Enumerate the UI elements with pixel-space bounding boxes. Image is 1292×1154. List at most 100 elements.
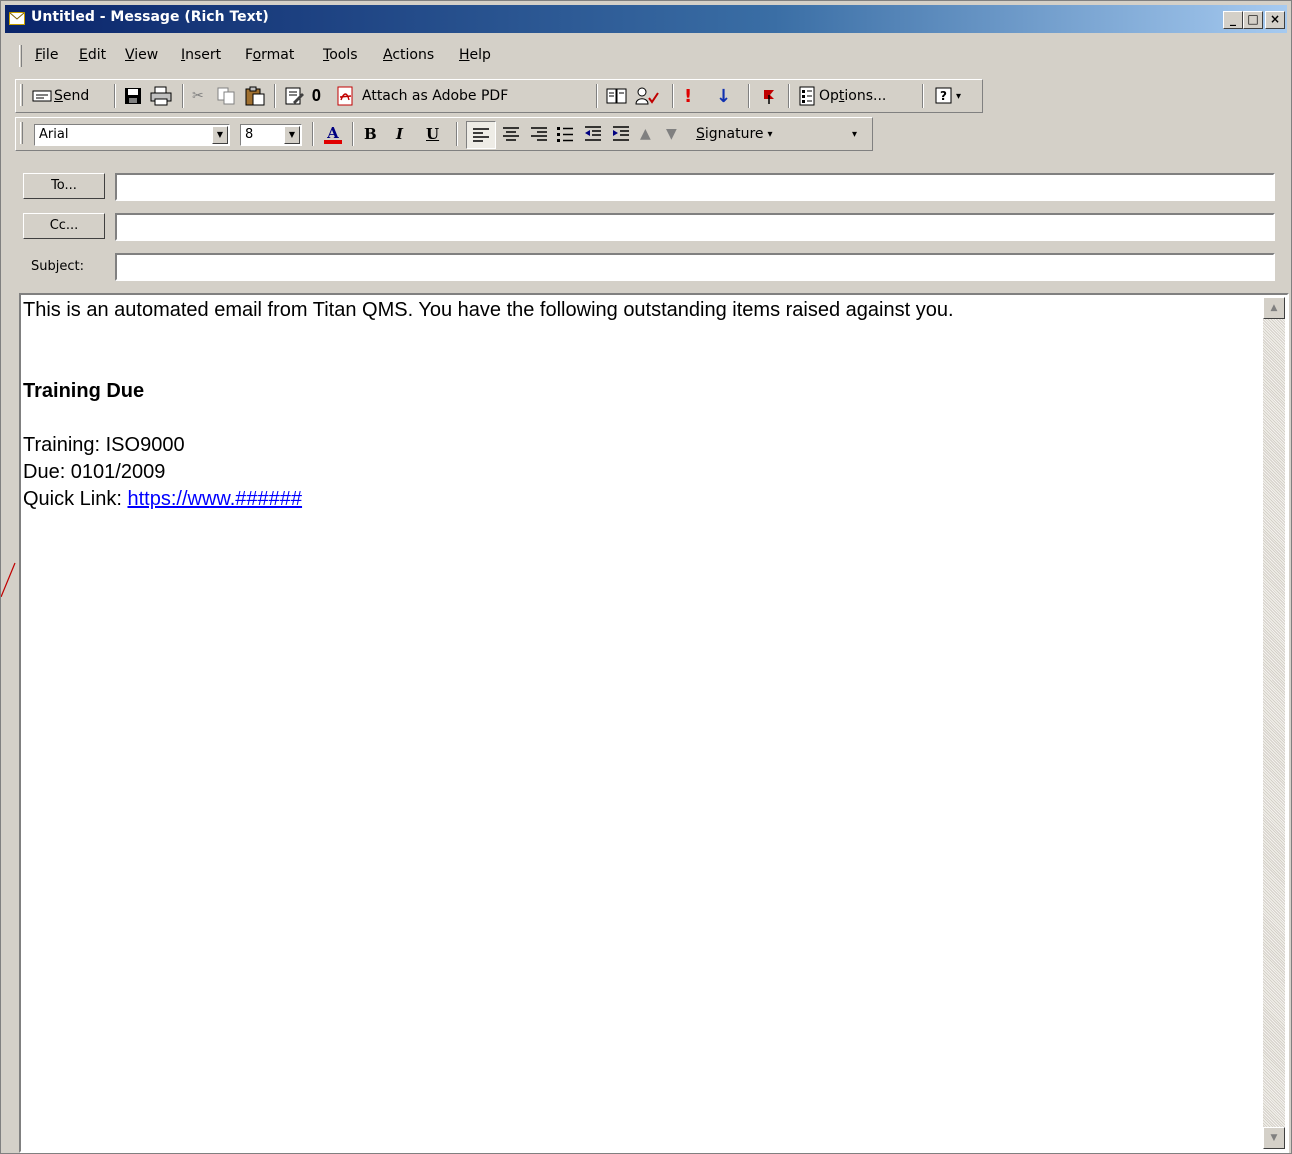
save-button[interactable] xyxy=(124,84,142,108)
chevron-down-icon: ▾ xyxy=(852,128,858,140)
copy-icon xyxy=(217,87,235,105)
message-body-content[interactable]: This is an automated email from Titan QM… xyxy=(23,297,1253,513)
toolbar-separator xyxy=(456,122,458,146)
decrease-indent-icon xyxy=(585,126,601,141)
arrow-down-icon: ▼ xyxy=(1270,1133,1278,1143)
menu-tools[interactable]: Tools xyxy=(323,47,358,63)
align-center-button[interactable] xyxy=(502,122,520,146)
check-names-person-button[interactable] xyxy=(634,84,660,108)
attach-as-pdf-button[interactable]: Attach as Adobe PDF xyxy=(336,84,508,108)
arrow-down-icon: ↓ xyxy=(716,85,732,107)
svg-text:?: ? xyxy=(940,89,947,103)
toolbar-grip[interactable] xyxy=(20,84,23,106)
vertical-scrollbar[interactable]: ▲ ▼ xyxy=(1263,297,1285,1149)
section-heading: Training Due xyxy=(23,380,145,402)
importance-low-button[interactable]: ↓ xyxy=(716,84,731,108)
chevron-down-icon[interactable]: ▼ xyxy=(212,126,228,144)
toolbar-grip[interactable] xyxy=(20,122,23,144)
align-right-icon xyxy=(531,127,547,141)
bold-icon: B xyxy=(364,125,377,143)
maximize-button[interactable]: □ xyxy=(1243,11,1263,29)
title-bar[interactable]: Untitled - Message (Rich Text) _ □ × xyxy=(5,5,1287,33)
save-icon xyxy=(125,88,141,104)
align-left-button[interactable] xyxy=(466,121,496,149)
cut-button[interactable]: ✂ xyxy=(192,84,204,108)
annotation-line xyxy=(1,562,16,597)
menu-edit[interactable]: Edit xyxy=(79,47,106,63)
menu-view[interactable]: View xyxy=(125,47,158,63)
signature-button[interactable]: Signature ▾ xyxy=(696,122,773,146)
print-button[interactable] xyxy=(150,84,172,108)
toolbar-separator xyxy=(274,84,276,108)
options-button[interactable]: Options... xyxy=(798,84,886,108)
arrow-down-icon: ▼ xyxy=(666,126,677,142)
paste-button[interactable] xyxy=(244,84,266,108)
italic-icon: I xyxy=(396,125,404,143)
send-button[interactable]: Send xyxy=(32,84,89,108)
subject-label: Subject: xyxy=(31,259,84,274)
toolbar-separator xyxy=(312,122,314,146)
print-icon xyxy=(150,86,172,106)
toolbar-separator xyxy=(182,84,184,108)
menu-help[interactable]: Help xyxy=(459,47,491,63)
help-icon: ? xyxy=(935,87,952,104)
help-button[interactable]: ? ▾ xyxy=(934,84,961,108)
importance-high-button[interactable]: ! xyxy=(684,84,692,108)
send-icon xyxy=(32,90,52,102)
menubar-grip[interactable] xyxy=(19,45,22,67)
quick-link[interactable]: https://www.###### xyxy=(127,488,302,510)
cc-button[interactable]: Cc... xyxy=(23,213,105,239)
chevron-down-icon[interactable]: ▼ xyxy=(284,126,300,144)
address-book-button[interactable] xyxy=(284,84,306,108)
clipboard-icon xyxy=(245,86,265,106)
move-down-button[interactable]: ▼ xyxy=(666,122,677,146)
quick-link-line: Quick Link: https://www.###### xyxy=(23,488,303,510)
bullets-button[interactable] xyxy=(556,122,574,146)
message-window: Untitled - Message (Rich Text) _ □ × Fil… xyxy=(0,0,1292,1154)
align-right-button[interactable] xyxy=(530,122,548,146)
menu-format[interactable]: Format xyxy=(245,47,294,63)
flag-icon xyxy=(764,90,774,104)
scroll-down-button[interactable]: ▼ xyxy=(1263,1127,1285,1149)
menu-insert[interactable]: Insert xyxy=(181,47,221,63)
decrease-indent-button[interactable] xyxy=(584,122,602,146)
follow-up-flag-button[interactable] xyxy=(760,84,778,108)
due-line: Due: 0101/2009 xyxy=(23,461,166,483)
message-body[interactable]: This is an automated email from Titan QM… xyxy=(19,293,1289,1153)
italic-button[interactable]: I xyxy=(396,122,403,146)
toolbar-options-button[interactable]: ▾ xyxy=(852,122,857,146)
to-field[interactable] xyxy=(115,173,1275,201)
copy-button[interactable] xyxy=(216,84,236,108)
menu-file[interactable]: File xyxy=(35,47,58,63)
underline-button[interactable]: U xyxy=(426,122,439,146)
close-button[interactable]: × xyxy=(1265,11,1285,29)
subject-field[interactable] xyxy=(115,253,1275,281)
toolbar-separator xyxy=(672,84,674,108)
underline-icon: U xyxy=(426,125,440,143)
align-left-icon xyxy=(473,128,489,142)
menu-bar: File Edit View Insert Format Tools Actio… xyxy=(11,41,1285,73)
to-button[interactable]: To... xyxy=(23,173,105,199)
minimize-button[interactable]: _ xyxy=(1223,11,1243,29)
bold-button[interactable]: B xyxy=(364,122,377,146)
font-color-button[interactable]: A xyxy=(322,122,344,146)
menu-actions[interactable]: Actions xyxy=(383,47,434,63)
exclamation-icon: ! xyxy=(684,85,693,107)
scroll-up-button[interactable]: ▲ xyxy=(1263,297,1285,319)
check-names-button[interactable] xyxy=(606,84,628,108)
font-size-combo[interactable]: 8 ▼ xyxy=(240,124,302,146)
bullets-icon xyxy=(557,127,573,142)
person-check-icon xyxy=(635,87,659,105)
cc-field[interactable] xyxy=(115,213,1275,241)
move-up-button[interactable]: ▲ xyxy=(640,122,651,146)
minimize-icon: _ xyxy=(1230,12,1236,26)
book-icon xyxy=(606,88,627,104)
close-icon: × xyxy=(1269,12,1281,26)
attach-file-button[interactable]: 𝟎 xyxy=(312,84,321,108)
font-name-combo[interactable]: Arial ▼ xyxy=(34,124,230,146)
chevron-down-icon: ▾ xyxy=(767,128,773,140)
increase-indent-button[interactable] xyxy=(612,122,630,146)
toolbar-separator xyxy=(922,84,924,108)
adobe-pdf-icon xyxy=(337,86,353,106)
envelope-icon xyxy=(9,12,25,25)
